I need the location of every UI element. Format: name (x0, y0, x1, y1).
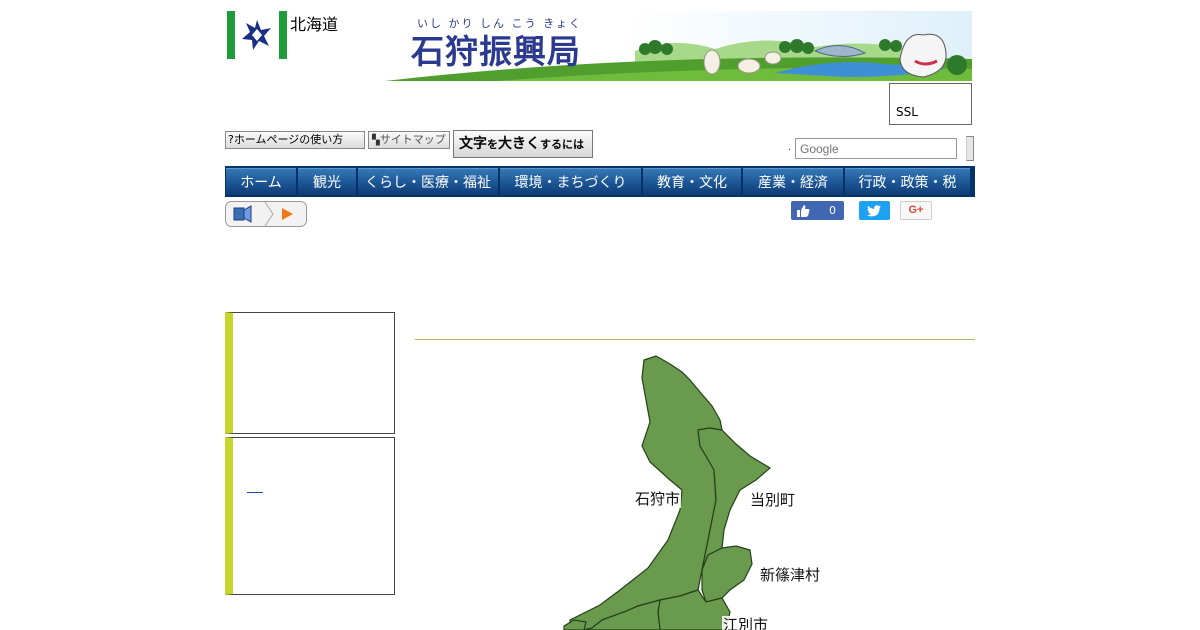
font-size-help-button[interactable]: 文字を大きくするには (453, 130, 593, 158)
ssl-label: SSL (896, 105, 918, 119)
search-input[interactable] (795, 138, 957, 159)
facebook-like-button[interactable] (791, 201, 844, 220)
sitemap-button[interactable]: ▚サイトマップ (368, 131, 450, 149)
nav-administration[interactable]: 行政・政策・税 (845, 168, 970, 195)
pref-name: 北海道 (290, 15, 339, 34)
ssl-seal[interactable]: SSL (889, 83, 972, 125)
ishikari-map[interactable]: 石狩市 当別町 新篠津村 江別市 (530, 350, 860, 630)
nav-industry[interactable]: 産業・経済 (743, 168, 843, 195)
google-plus-button[interactable]: G+ (900, 201, 932, 220)
banner-title: 石狩振興局 (411, 32, 581, 71)
side-panel-1 (225, 312, 395, 434)
thumbs-up-icon (797, 205, 810, 217)
nav-living[interactable]: くらし・医療・福祉 (358, 168, 498, 195)
map-label-tobetsu[interactable]: 当別町 (749, 491, 797, 509)
font-label-part-3: 大きく (498, 136, 540, 152)
map-label-shinshinotsu[interactable]: 新篠津村 (759, 566, 822, 584)
map-region-west (563, 619, 587, 630)
font-label-part-2: を (487, 138, 498, 151)
font-label-part-4: するには (540, 138, 584, 151)
global-nav: ホーム 観光 くらし・医療・福祉 環境・まちづくり 教育・文化 産業・経済 行政… (225, 166, 975, 197)
nav-environment[interactable]: 環境・まちづくり (500, 168, 641, 195)
side-panel-link[interactable] (247, 483, 263, 493)
font-label-part-1: 文字 (459, 136, 487, 152)
map-label-ishikari[interactable]: 石狩市 (634, 490, 682, 508)
section-divider (415, 339, 975, 340)
sitemap-icon: ▚ (372, 135, 380, 146)
sitemap-label: サイトマップ (379, 133, 446, 146)
header-banner[interactable]: いし かり しん こう きょく 石狩振興局 (345, 11, 972, 81)
nav-home[interactable]: ホーム (226, 168, 296, 195)
side-panel-2 (225, 437, 395, 595)
hokkaido-logo[interactable]: 北海道 (227, 11, 345, 61)
help-button[interactable]: ?ホームページの使い方 (225, 131, 365, 149)
readspeaker-button[interactable] (225, 201, 307, 227)
page: 北海道 いし かり しん こう きょく 石狩振興局 SSL ?ホームページの使い… (0, 0, 1200, 630)
nav-tourism[interactable]: 観光 (298, 168, 356, 195)
twitter-button[interactable] (859, 201, 890, 220)
hokkaido-flag-icon (227, 11, 287, 59)
nav-education[interactable]: 教育・文化 (643, 168, 741, 195)
speaker-icon (233, 205, 252, 223)
like-count: 0 (829, 204, 836, 217)
map-label-ebetsu[interactable]: 江別市 (722, 616, 770, 630)
search-button[interactable] (966, 136, 974, 161)
search-dot: . (788, 142, 792, 153)
ishikari-region-map (563, 355, 772, 630)
map-region-shinshinotsu (701, 545, 753, 603)
twitter-bird-icon (867, 205, 881, 217)
